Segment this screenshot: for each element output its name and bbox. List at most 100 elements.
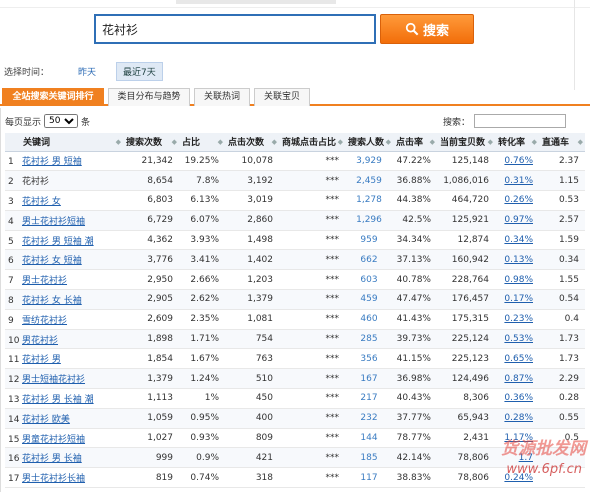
search-button[interactable]: 搜索: [380, 14, 474, 44]
column-header[interactable]: 关键词 ◆: [5, 133, 123, 152]
data-cell: 1,854: [123, 348, 179, 370]
keyword-cell: 6 花衬衫 女 短袖: [5, 249, 123, 271]
row-index: 8: [8, 295, 14, 306]
search-input[interactable]: [96, 16, 374, 42]
sort-icon[interactable]: ◆: [430, 138, 435, 146]
per-page-select[interactable]: 50: [44, 114, 79, 128]
item-count-link[interactable]: 0.53%: [504, 334, 533, 344]
data-cell: 125,921: [437, 210, 495, 231]
keyword-link[interactable]: 花衬衫: [22, 177, 49, 187]
tab-keyword-ranking[interactable]: 全站搜索关键词排行: [2, 88, 104, 106]
keyword-link[interactable]: 男童花衬衫短袖: [22, 435, 85, 445]
column-header-label: 占比: [182, 138, 201, 149]
tab-related-items[interactable]: 关联宝贝: [254, 88, 310, 106]
column-header[interactable]: 点击次数 ◆: [225, 133, 279, 152]
keyword-link[interactable]: 男士短袖花衬衫: [22, 375, 85, 385]
keyword-link[interactable]: 花衬衫 男 长袖: [22, 454, 82, 464]
top-faint-bar: [176, 0, 336, 4]
item-count-link[interactable]: 0.87%: [504, 374, 533, 384]
data-cell: 6,729: [123, 210, 179, 231]
table-row: 13 花衬衫 男 长袖 潮 1,113 1% 450 *** 217 40.43% 8,306 0…: [5, 388, 585, 409]
column-header[interactable]: 搜索人数 ◆: [345, 133, 393, 152]
sort-icon[interactable]: ◆: [488, 138, 493, 146]
item-count-link[interactable]: 0.26%: [504, 195, 533, 205]
keyword-link[interactable]: 男士花衬衫: [22, 276, 67, 286]
item-count-link[interactable]: 0.34%: [504, 235, 533, 245]
item-count-link[interactable]: 0.31%: [504, 176, 533, 186]
time-option-yesterday[interactable]: 昨天: [72, 63, 102, 80]
data-cell: 65,943: [437, 408, 495, 429]
data-cell: ***: [279, 388, 345, 409]
item-count-link[interactable]: 0.98%: [504, 275, 533, 285]
keyword-cell: 13 花衬衫 男 长袖 潮: [5, 388, 123, 409]
item-count-link[interactable]: 0.65%: [504, 354, 533, 364]
item-count-link[interactable]: 1.7: [519, 453, 533, 463]
mall-click-cell: 603: [345, 269, 393, 291]
top-band: [0, 0, 590, 8]
column-header[interactable]: 直通车 ◆: [539, 133, 585, 152]
keyword-link[interactable]: 花衬衫 男: [22, 355, 61, 365]
keyword-link[interactable]: 花衬衫 男 长袖 潮: [22, 395, 94, 405]
item-count-link[interactable]: 0.97%: [504, 215, 533, 225]
item-count-cell: 0.97%: [495, 210, 539, 231]
row-index: 9: [8, 315, 14, 326]
column-header[interactable]: 点击率 ◆: [393, 133, 437, 152]
data-cell: 2.66%: [179, 269, 225, 291]
data-cell: 4,362: [123, 230, 179, 251]
data-cell: ***: [279, 329, 345, 350]
tab-category-trend[interactable]: 类目分布与趋势: [108, 88, 190, 106]
item-count-link[interactable]: 1.17%: [504, 433, 533, 443]
item-count-link[interactable]: 0.76%: [504, 156, 533, 166]
item-count-link[interactable]: 0.36%: [504, 393, 533, 403]
data-cell: 999: [123, 447, 179, 469]
column-header-label: 点击次数: [228, 138, 265, 149]
sort-icon[interactable]: ◆: [532, 138, 537, 146]
table-row: 9 雪纺花衬衫 2,609 2.35% 1,081 *** 460 41.43% 175,315…: [5, 309, 585, 330]
sort-icon[interactable]: ◆: [116, 138, 121, 146]
item-count-link[interactable]: 0.28%: [504, 413, 533, 423]
sort-icon[interactable]: ◆: [272, 138, 277, 146]
item-count-link[interactable]: 0.13%: [504, 255, 533, 265]
keyword-link[interactable]: 花衬衫 男 短袖 潮: [22, 237, 94, 247]
keyword-link[interactable]: 雪纺花衬衫: [22, 316, 67, 326]
sort-icon[interactable]: ◆: [338, 138, 343, 146]
item-count-cell: 0.76%: [495, 151, 539, 172]
keyword-link[interactable]: 花衬衫 女: [22, 197, 61, 207]
keyword-link[interactable]: 花衬衫 欧美: [22, 415, 70, 425]
keyword-link[interactable]: 男花衬衫: [22, 336, 58, 346]
column-header[interactable]: 当前宝贝数 ◆: [437, 133, 495, 152]
column-header[interactable]: 商城点击占比 ◆: [279, 133, 345, 152]
keyword-link[interactable]: 花衬衫 男 短袖: [22, 157, 82, 167]
item-count-cell: 1.7: [495, 447, 539, 469]
item-count-link[interactable]: 0.24%: [504, 473, 533, 483]
sort-icon[interactable]: ◆: [386, 138, 391, 146]
mall-click-cell: 167: [345, 368, 393, 390]
keyword-link[interactable]: 花衬衫 女 短袖: [22, 256, 82, 266]
sort-icon[interactable]: ◆: [578, 138, 583, 146]
item-count-link[interactable]: 0.17%: [504, 294, 533, 304]
data-cell: 6.07%: [179, 210, 225, 231]
column-header[interactable]: 搜索次数 ◆: [123, 133, 179, 152]
tab-related-terms[interactable]: 关联热词: [194, 88, 250, 106]
keyword-link[interactable]: 花衬衫 女 长袖: [22, 296, 82, 306]
keyword-link[interactable]: 男士花衬衫短袖: [22, 217, 85, 227]
data-cell: 42.14%: [393, 447, 437, 469]
sort-icon[interactable]: ◆: [172, 138, 177, 146]
table-row: 11 花衬衫 男 1,854 1.67% 763 *** 356 41.15% 225,123 0…: [5, 348, 585, 370]
data-cell: ***: [279, 190, 345, 211]
item-count-cell: 0.23%: [495, 309, 539, 330]
table-search-input[interactable]: [474, 114, 567, 128]
data-cell: 1%: [179, 388, 225, 409]
time-option-last-7-days[interactable]: 最近7天: [116, 61, 163, 81]
mall-click-cell: 460: [345, 309, 393, 330]
data-cell: 47.47%: [393, 289, 437, 310]
data-cell: [539, 467, 585, 489]
column-header[interactable]: 转化率 ◆: [495, 133, 539, 152]
column-header[interactable]: 占比 ◆: [179, 133, 225, 152]
keyword-link[interactable]: 男士花衬衫长袖: [22, 474, 85, 484]
column-header-label: 搜索人数: [348, 138, 385, 149]
item-count-cell: 0.17%: [495, 289, 539, 310]
data-cell: 1,086,016: [437, 170, 495, 192]
sort-icon[interactable]: ◆: [218, 138, 223, 146]
item-count-link[interactable]: 0.23%: [504, 314, 533, 324]
